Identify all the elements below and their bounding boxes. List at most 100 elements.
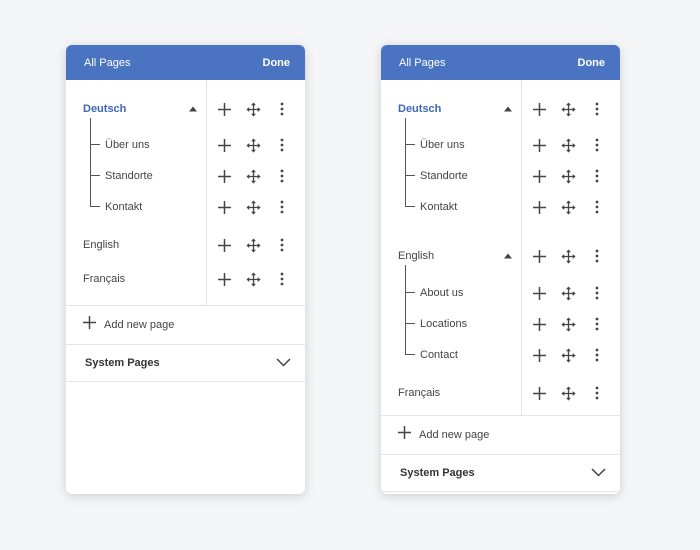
plus-icon[interactable]	[216, 271, 232, 287]
move-arrows-icon[interactable]	[560, 347, 576, 363]
language-row[interactable]: Deutsch	[66, 94, 305, 124]
add-new-page-button[interactable]: Add new page	[381, 416, 620, 454]
more-vertical-icon[interactable]	[589, 168, 605, 184]
more-vertical-icon[interactable]	[589, 347, 605, 363]
add-new-page-label: Add new page	[419, 429, 490, 441]
child-page-row[interactable]: Kontakt	[66, 192, 305, 222]
done-button[interactable]: Done	[578, 57, 606, 69]
plus-icon[interactable]	[216, 168, 232, 184]
page-label[interactable]: English	[398, 250, 434, 262]
plus-icon[interactable]	[531, 168, 547, 184]
more-vertical-icon[interactable]	[274, 101, 290, 117]
page-label[interactable]: Contact	[420, 349, 458, 361]
page-label[interactable]: Locations	[420, 318, 467, 330]
more-vertical-icon[interactable]	[274, 271, 290, 287]
language-row[interactable]: English	[66, 230, 305, 260]
plus-icon[interactable]	[531, 385, 547, 401]
more-vertical-icon[interactable]	[274, 199, 290, 215]
system-pages-toggle[interactable]: System Pages	[66, 344, 305, 382]
tree-connector	[405, 145, 415, 176]
plus-icon[interactable]	[531, 347, 547, 363]
plus-icon[interactable]	[531, 248, 547, 264]
language-row[interactable]: Français	[381, 378, 620, 408]
more-vertical-icon[interactable]	[589, 248, 605, 264]
language-row[interactable]: English	[381, 241, 620, 271]
panel-header: All Pages Done	[381, 45, 620, 80]
page-label[interactable]: Standorte	[420, 170, 468, 182]
tree-connector	[405, 176, 415, 207]
plus-icon[interactable]	[531, 285, 547, 301]
caret-up-icon[interactable]	[504, 253, 512, 259]
page-label[interactable]: Kontakt	[420, 201, 457, 213]
more-vertical-icon[interactable]	[589, 137, 605, 153]
page-label[interactable]: Über uns	[105, 139, 150, 151]
page-tree-panel-collapsed: All Pages Done Deutsch Über uns Standorte K…	[66, 45, 305, 494]
child-page-row[interactable]: Standorte	[66, 161, 305, 191]
plus-icon[interactable]	[531, 137, 547, 153]
plus-icon[interactable]	[216, 137, 232, 153]
move-arrows-icon[interactable]	[245, 237, 261, 253]
chevron-down-icon	[591, 464, 606, 482]
child-page-row[interactable]: Standorte	[381, 161, 620, 191]
plus-icon[interactable]	[531, 199, 547, 215]
move-arrows-icon[interactable]	[245, 168, 261, 184]
done-button[interactable]: Done	[263, 57, 291, 69]
caret-up-icon[interactable]	[189, 106, 197, 112]
move-arrows-icon[interactable]	[560, 285, 576, 301]
page-label[interactable]: Français	[398, 387, 440, 399]
plus-icon[interactable]	[216, 237, 232, 253]
move-arrows-icon[interactable]	[560, 316, 576, 332]
child-page-row[interactable]: Contact	[381, 340, 620, 370]
more-vertical-icon[interactable]	[274, 137, 290, 153]
move-arrows-icon[interactable]	[245, 101, 261, 117]
system-pages-label: System Pages	[400, 467, 475, 479]
page-label[interactable]: Français	[83, 273, 125, 285]
move-arrows-icon[interactable]	[245, 199, 261, 215]
child-page-row[interactable]: Kontakt	[381, 192, 620, 222]
plus-icon[interactable]	[216, 199, 232, 215]
move-arrows-icon[interactable]	[560, 101, 576, 117]
move-arrows-icon[interactable]	[560, 137, 576, 153]
system-pages-toggle[interactable]: System Pages	[381, 454, 620, 492]
child-page-row[interactable]: Über uns	[66, 130, 305, 160]
panel-footer: Add new page System Pages	[66, 305, 305, 382]
move-arrows-icon[interactable]	[560, 248, 576, 264]
page-label[interactable]: About us	[420, 287, 463, 299]
page-label[interactable]: Kontakt	[105, 201, 142, 213]
plus-icon[interactable]	[216, 101, 232, 117]
system-pages-label: System Pages	[85, 357, 160, 369]
move-arrows-icon[interactable]	[245, 271, 261, 287]
child-page-row[interactable]: Locations	[381, 309, 620, 339]
caret-up-icon[interactable]	[504, 106, 512, 112]
more-vertical-icon[interactable]	[589, 101, 605, 117]
page-label[interactable]: Deutsch	[83, 103, 126, 115]
more-vertical-icon[interactable]	[589, 316, 605, 332]
more-vertical-icon[interactable]	[274, 168, 290, 184]
plus-icon[interactable]	[531, 316, 547, 332]
page-label[interactable]: Über uns	[420, 139, 465, 151]
plus-icon[interactable]	[531, 101, 547, 117]
move-arrows-icon[interactable]	[560, 168, 576, 184]
tree-connector	[405, 324, 415, 355]
page-label[interactable]: Deutsch	[398, 103, 441, 115]
move-arrows-icon[interactable]	[560, 385, 576, 401]
more-vertical-icon[interactable]	[589, 385, 605, 401]
page-label[interactable]: Standorte	[105, 170, 153, 182]
page-label[interactable]: English	[83, 239, 119, 251]
more-vertical-icon[interactable]	[589, 285, 605, 301]
tree-connector	[405, 265, 415, 293]
child-page-row[interactable]: About us	[381, 278, 620, 308]
plus-icon	[83, 316, 96, 334]
language-row[interactable]: Français	[66, 264, 305, 294]
child-page-row[interactable]: Über uns	[381, 130, 620, 160]
tree-connector	[90, 145, 100, 176]
more-vertical-icon[interactable]	[589, 199, 605, 215]
move-arrows-icon[interactable]	[560, 199, 576, 215]
move-arrows-icon[interactable]	[245, 137, 261, 153]
language-row[interactable]: Deutsch	[381, 94, 620, 124]
add-new-page-button[interactable]: Add new page	[66, 306, 305, 344]
more-vertical-icon[interactable]	[274, 237, 290, 253]
panel-footer: Add new page System Pages	[381, 415, 620, 492]
panel-title: All Pages	[399, 56, 446, 69]
page-tree: Deutsch Über uns Standorte Kontakt English Ab…	[381, 80, 620, 415]
